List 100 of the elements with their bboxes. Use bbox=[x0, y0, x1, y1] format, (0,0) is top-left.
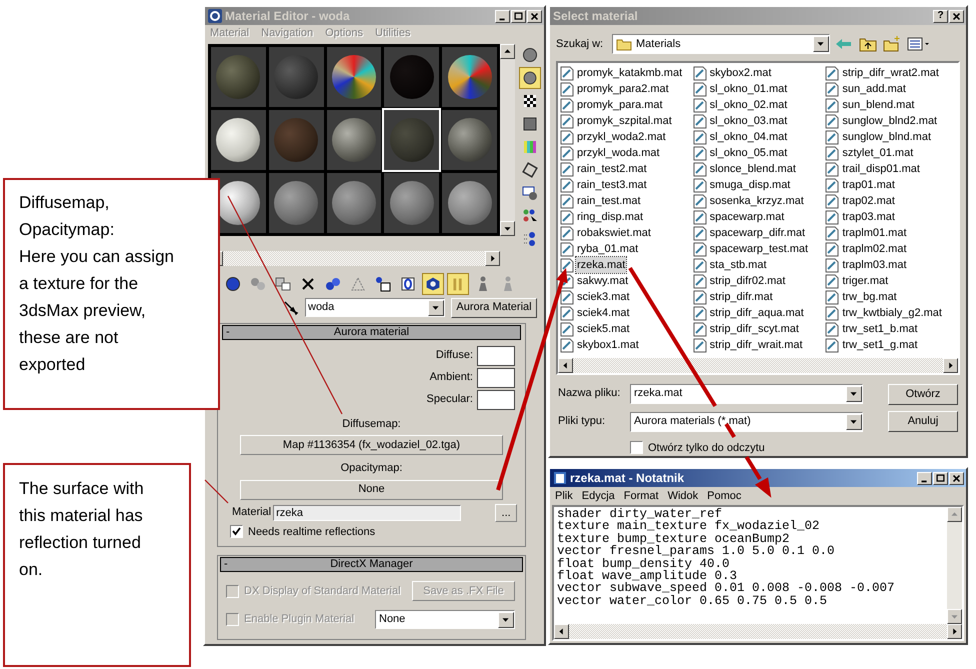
file-item[interactable]: rzeka.mat bbox=[576, 256, 626, 274]
file-type-dropdown[interactable]: Aurora materials (*.mat) bbox=[630, 412, 863, 432]
plugin-dropdown[interactable]: None bbox=[375, 610, 515, 629]
file-item[interactable]: sakwy.mat bbox=[576, 272, 630, 290]
close-button[interactable] bbox=[949, 472, 964, 484]
sample-slot[interactable] bbox=[326, 172, 382, 232]
file-item[interactable]: slonce_blend.mat bbox=[708, 160, 797, 178]
file-item[interactable]: smuga_disp.mat bbox=[708, 176, 792, 194]
eyedropper-icon[interactable] bbox=[283, 300, 299, 316]
file-item[interactable]: promyk_para.mat bbox=[576, 96, 664, 114]
minimize-button[interactable] bbox=[917, 472, 932, 484]
file-item[interactable]: ryba_01.mat bbox=[576, 240, 640, 258]
menu-item[interactable]: Widok bbox=[668, 488, 698, 504]
scroll-down-icon[interactable] bbox=[500, 220, 515, 236]
scroll-right-icon[interactable] bbox=[485, 250, 500, 266]
scroll-left-icon[interactable] bbox=[554, 624, 569, 639]
material-type-button[interactable]: Aurora Material bbox=[451, 298, 537, 318]
file-item[interactable]: traplm03.mat bbox=[841, 256, 908, 274]
file-item[interactable]: sunglow_blnd2.mat bbox=[841, 112, 938, 130]
sample-slot[interactable] bbox=[442, 46, 497, 106]
file-item[interactable]: robakswiet.mat bbox=[576, 224, 652, 242]
file-item[interactable]: trap02.mat bbox=[841, 192, 896, 210]
file-item[interactable]: przykl_woda.mat bbox=[576, 144, 661, 162]
rollout-header[interactable]: - DirectX Manager bbox=[220, 557, 523, 572]
color-swatch[interactable] bbox=[477, 368, 515, 388]
menu-item[interactable]: Pomoc bbox=[707, 488, 742, 504]
scroll-up-icon[interactable] bbox=[500, 44, 515, 58]
file-item[interactable]: rain_test3.mat bbox=[576, 176, 648, 194]
close-button[interactable] bbox=[527, 10, 542, 22]
file-item[interactable]: skybox1.mat bbox=[576, 336, 640, 354]
file-item[interactable]: sciek3.mat bbox=[576, 288, 631, 306]
scroll-left-icon[interactable] bbox=[558, 358, 573, 372]
file-item[interactable]: traplm02.mat bbox=[841, 240, 908, 258]
sample-slot[interactable] bbox=[442, 172, 497, 232]
menu-item[interactable]: Edycja bbox=[582, 488, 615, 504]
sample-slot[interactable] bbox=[326, 46, 382, 106]
name-dropdown[interactable]: woda bbox=[305, 298, 445, 317]
browse-button[interactable]: ... bbox=[495, 504, 518, 522]
file-item[interactable]: trap01.mat bbox=[841, 176, 896, 194]
file-item[interactable]: strip_difr_aqua.mat bbox=[708, 304, 805, 322]
file-item[interactable]: sunglow_blnd.mat bbox=[841, 128, 932, 146]
scroll-right-icon[interactable] bbox=[943, 358, 958, 372]
file-item[interactable]: sun_blend.mat bbox=[841, 96, 916, 114]
color-swatch[interactable] bbox=[477, 390, 515, 410]
file-item[interactable]: strip_difr_wrait.mat bbox=[708, 336, 804, 354]
file-item[interactable]: sosenka_krzyz.mat bbox=[708, 192, 805, 210]
file-item[interactable]: przykl_woda2.mat bbox=[576, 128, 667, 146]
file-item[interactable]: trap03.mat bbox=[841, 208, 896, 226]
open-button[interactable]: Otwórz bbox=[888, 384, 958, 404]
file-item[interactable]: sl_okno_01.mat bbox=[708, 80, 788, 98]
file-item[interactable]: trw_kwtbialy_g2.mat bbox=[841, 304, 943, 322]
horizontal-scrollbar[interactable] bbox=[554, 624, 962, 639]
file-item[interactable]: sl_okno_04.mat bbox=[708, 128, 788, 146]
file-item[interactable]: rain_test2.mat bbox=[576, 160, 648, 178]
scroll-right-icon[interactable] bbox=[947, 624, 962, 639]
file-item[interactable]: sl_okno_02.mat bbox=[708, 96, 788, 114]
menu-item[interactable]: Format bbox=[624, 488, 659, 504]
scroll-down-icon[interactable] bbox=[947, 609, 962, 624]
checkbox[interactable] bbox=[230, 525, 243, 538]
file-item[interactable]: trail_disp01.mat bbox=[841, 160, 921, 178]
file-item[interactable]: trw_set1_g.mat bbox=[841, 336, 919, 354]
file-item[interactable]: promyk_szpital.mat bbox=[576, 112, 673, 130]
close-button[interactable] bbox=[949, 10, 964, 22]
maximize-button[interactable] bbox=[511, 10, 526, 22]
file-item[interactable]: promyk_katakmb.mat bbox=[576, 64, 684, 82]
file-item[interactable]: promyk_para2.mat bbox=[576, 80, 670, 98]
file-item[interactable]: sztylet_01.mat bbox=[841, 144, 914, 162]
horizontal-scrollbar[interactable] bbox=[558, 358, 958, 372]
menu-item[interactable]: Plik bbox=[555, 488, 573, 504]
file-item[interactable]: spacewarp_test.mat bbox=[708, 240, 810, 258]
map-button[interactable]: Map #1136354 (fx_wodaziel_02.tga) bbox=[240, 435, 503, 455]
text-area[interactable] bbox=[552, 505, 964, 641]
map-button[interactable]: None bbox=[240, 480, 503, 500]
collapse-sign[interactable]: - bbox=[221, 556, 235, 573]
file-item[interactable]: trw_set1_b.mat bbox=[841, 320, 919, 338]
color-swatch[interactable] bbox=[477, 346, 515, 366]
collapse-sign[interactable]: - bbox=[223, 324, 237, 340]
look-in-dropdown[interactable]: Materials bbox=[612, 34, 830, 54]
file-item[interactable]: strip_difr_scyt.mat bbox=[708, 320, 800, 338]
file-item[interactable]: spacewarp_difr.mat bbox=[708, 224, 806, 242]
view-menu-icon[interactable] bbox=[906, 35, 930, 53]
file-item[interactable]: strip_difr_wrat2.mat bbox=[841, 64, 940, 82]
cancel-button[interactable]: Anuluj bbox=[888, 410, 958, 432]
sample-slot[interactable] bbox=[326, 110, 382, 170]
new-folder-icon[interactable] bbox=[882, 35, 902, 53]
material-field[interactable]: rzeka bbox=[273, 504, 462, 520]
checkbox[interactable] bbox=[630, 441, 643, 454]
file-item[interactable]: sl_okno_05.mat bbox=[708, 144, 788, 162]
sample-slot[interactable] bbox=[211, 110, 266, 170]
file-item[interactable]: traplm01.mat bbox=[841, 224, 908, 242]
vertical-scrollbar[interactable] bbox=[500, 44, 515, 236]
file-item[interactable]: triger.mat bbox=[841, 272, 890, 290]
file-item[interactable]: strip_difr02.mat bbox=[708, 272, 786, 290]
file-item[interactable]: rain_test.mat bbox=[576, 192, 642, 210]
file-item[interactable]: sciek5.mat bbox=[576, 320, 631, 338]
file-item[interactable]: strip_difr.mat bbox=[708, 288, 774, 306]
file-item[interactable]: sun_add.mat bbox=[841, 80, 907, 98]
file-item[interactable]: sciek4.mat bbox=[576, 304, 631, 322]
file-item[interactable]: sta_stb.mat bbox=[708, 256, 768, 274]
file-item[interactable]: trw_bg.mat bbox=[841, 288, 898, 306]
